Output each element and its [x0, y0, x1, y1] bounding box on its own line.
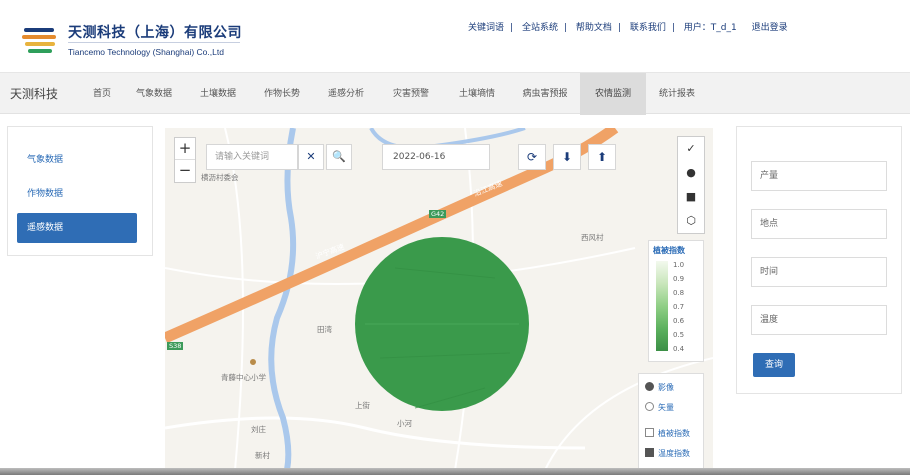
school-marker-icon — [250, 359, 256, 365]
company-logo-icon — [22, 28, 56, 53]
layer-option-imagery[interactable]: 影像 — [645, 380, 674, 396]
layer-option-vector[interactable]: 矢量 — [645, 400, 674, 416]
draw-tools: ✓ ● ■ ⬡ — [677, 136, 705, 234]
radio-icon — [645, 382, 654, 391]
brand-divider — [68, 42, 240, 43]
clear-icon[interactable]: ✕ — [298, 144, 324, 170]
top-link-user[interactable]: 用户：T_d_1 — [684, 23, 737, 33]
nav-item-soil[interactable]: 土壤数据 — [186, 73, 250, 115]
nav-item-weather[interactable]: 气象数据 — [122, 73, 186, 115]
query-form: 产量 地点 时间 温度 查询 — [736, 126, 902, 394]
nav-item-report[interactable]: 统计报表 — [646, 73, 708, 115]
top-link-logout[interactable]: 退出登录 — [752, 23, 788, 33]
road-tag-2: S38 — [167, 342, 184, 350]
road-tag-1: G42 — [429, 210, 447, 218]
map-search-input[interactable]: 请输入关键词 — [206, 144, 298, 170]
legend-tick: 0.6 — [673, 317, 685, 325]
brand-name-cn: 天测科技（上海）有限公司 — [68, 25, 242, 41]
top-link-separator: | — [510, 23, 514, 33]
layer-option-temperature[interactable]: 温度指数 — [645, 446, 690, 462]
brand-name-en: Tiancemo Technology (Shanghai) Co.,Ltd — [68, 47, 224, 57]
map-label-place-1: 田湾 — [317, 325, 332, 334]
layer-option-label: 矢量 — [658, 403, 674, 412]
legend-tick: 0.4 — [673, 345, 685, 353]
legend-tick: 0.5 — [673, 331, 685, 339]
date-input[interactable]: 2022-06-16 — [382, 144, 490, 170]
map-label-village: 横沥村委会 — [201, 173, 239, 182]
map-label-school: 青藤中心小学 — [221, 373, 266, 382]
download-icon[interactable]: ⬇ — [553, 144, 581, 170]
checkbox-icon — [645, 448, 654, 457]
top-link-keywords[interactable]: 关键词语 — [468, 23, 504, 33]
top-link-separator: | — [563, 23, 567, 33]
map-label-place-6: 新村 — [255, 451, 270, 460]
checkbox-icon — [645, 428, 654, 437]
draw-polygon-icon[interactable]: ⬡ — [678, 209, 704, 233]
nav-title: 天测科技 — [10, 87, 59, 101]
legend-tick: 0.9 — [673, 275, 685, 283]
header: 天测科技（上海）有限公司 Tiancemo Technology (Shangh… — [0, 0, 910, 72]
top-link-separator: | — [671, 23, 675, 33]
legend-title: 植被指数 — [653, 246, 685, 255]
search-icon[interactable]: 🔍 — [326, 144, 352, 170]
zoom-control: + − — [174, 137, 196, 183]
map-label-place-5: 刘庄 — [251, 425, 266, 434]
zoom-out-button[interactable]: − — [175, 160, 195, 182]
map-view[interactable]: 横沥村委会 沪宁高速 沿江高速 田湾 西风村 青藤中心小学 上街 小河 刘庄 新… — [165, 128, 713, 470]
map-label-place-4: 小河 — [397, 419, 412, 428]
legend-tick: 0.7 — [673, 303, 685, 311]
map-label-place-3: 上街 — [355, 401, 370, 410]
layer-option-label: 温度指数 — [658, 449, 690, 458]
nav-item-home[interactable]: 首页 — [82, 73, 122, 115]
page: 天测科技（上海）有限公司 Tiancemo Technology (Shangh… — [0, 0, 910, 475]
top-link-site[interactable]: 全站系统 — [522, 23, 558, 33]
map-background — [165, 128, 713, 470]
layer-option-label: 植被指数 — [658, 429, 690, 438]
nav-item-pest[interactable]: 病虫害预报 — [510, 73, 580, 115]
top-link-help[interactable]: 帮助文档 — [576, 23, 612, 33]
upload-icon[interactable]: ⬆ — [588, 144, 616, 170]
legend-tick: 1.0 — [673, 261, 685, 269]
zoom-in-button[interactable]: + — [175, 138, 195, 160]
time-field[interactable]: 时间 — [751, 257, 887, 287]
nav-item-moisture[interactable]: 土壤墒情 — [444, 73, 510, 115]
draw-line-icon[interactable]: ✓ — [678, 137, 704, 161]
left-menu-item-remote[interactable]: 遥感数据 — [17, 213, 137, 243]
left-menu: 气象数据 作物数据 遥感数据 — [7, 126, 153, 256]
main-nav: 天测科技 首页 气象数据 土壤数据 作物长势 遥感分析 灾害预警 土壤墒情 病虫… — [0, 72, 910, 115]
query-button[interactable]: 查询 — [753, 353, 795, 377]
nav-item-crop[interactable]: 作物长势 — [250, 73, 314, 115]
temperature-field[interactable]: 温度 — [751, 305, 887, 335]
layer-option-label: 影像 — [658, 383, 674, 392]
draw-point-icon[interactable]: ● — [678, 161, 704, 185]
radio-icon — [645, 402, 654, 411]
layer-option-vegetation[interactable]: 植被指数 — [645, 426, 690, 442]
map-label-place-2: 西风村 — [581, 233, 604, 242]
nav-item-warning[interactable]: 灾害预警 — [378, 73, 444, 115]
refresh-icon[interactable]: ⟳ — [518, 144, 546, 170]
left-menu-item-weather[interactable]: 气象数据 — [17, 145, 137, 175]
layer-switcher: 影像 矢量 植被指数 温度指数 — [638, 373, 704, 470]
top-link-contact[interactable]: 联系我们 — [630, 23, 666, 33]
nav-items: 首页 气象数据 土壤数据 作物长势 遥感分析 灾害预警 土壤墒情 病虫害预报 农… — [82, 73, 708, 115]
left-menu-item-crop[interactable]: 作物数据 — [17, 179, 137, 209]
top-link-separator — [743, 23, 746, 33]
draw-rectangle-icon[interactable]: ■ — [678, 185, 704, 209]
nav-item-monitor[interactable]: 农情监测 — [580, 73, 646, 115]
legend-tick: 0.8 — [673, 289, 685, 297]
bottom-edge — [0, 468, 910, 475]
location-field[interactable]: 地点 — [751, 209, 887, 239]
legend-color-bar — [656, 261, 668, 351]
top-links: 关键词语 | 全站系统 | 帮助文档 | 联系我们 | 用户：T_d_1 退出登录 — [468, 20, 788, 33]
top-link-separator: | — [617, 23, 621, 33]
nav-item-remote[interactable]: 遥感分析 — [314, 73, 378, 115]
yield-field[interactable]: 产量 — [751, 161, 887, 191]
map-legend: 植被指数 1.0 0.9 0.8 0.7 0.6 0.5 0.4 — [648, 240, 704, 362]
